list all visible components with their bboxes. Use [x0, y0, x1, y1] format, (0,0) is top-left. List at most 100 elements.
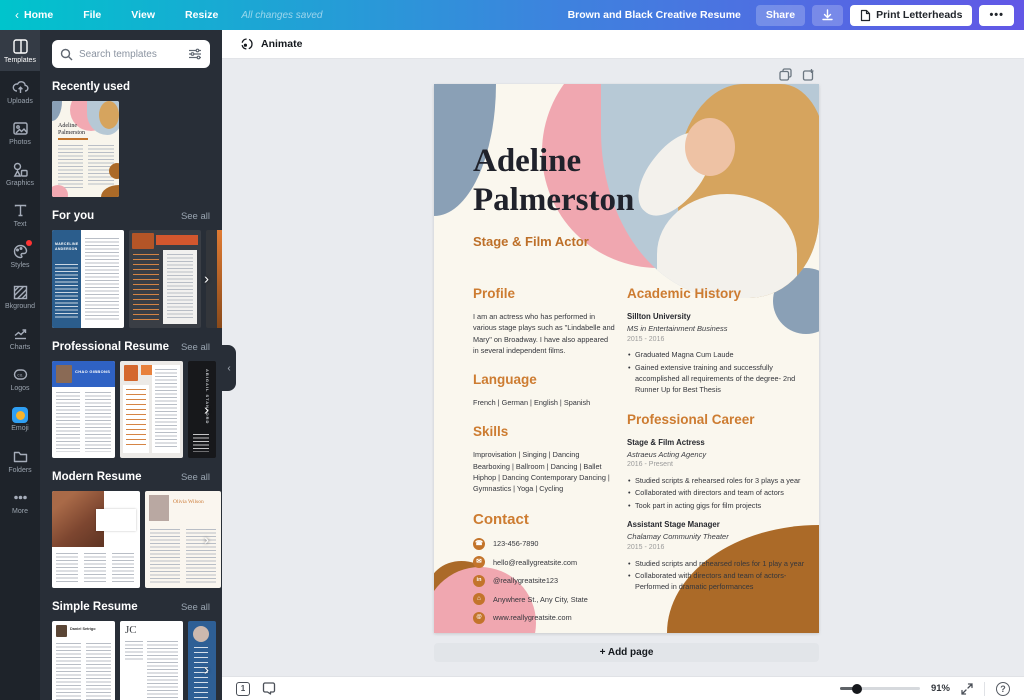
section-title: Professional Resume — [52, 341, 169, 353]
see-all-link[interactable]: See all — [181, 211, 210, 222]
rail-item-templates[interactable]: Templates — [0, 30, 40, 71]
save-status: All changes saved — [233, 10, 330, 21]
template-thumbnail-partial[interactable] — [188, 621, 216, 700]
svg-text:co.: co. — [17, 372, 23, 377]
contact-row: ✉ hello@reallygreatsite.com — [473, 556, 615, 568]
skills-body: Improvisation | Singing | Dancing Bearbo… — [473, 449, 615, 494]
rail-item-more[interactable]: More — [0, 481, 40, 522]
language-section[interactable]: Language French | German | English | Spa… — [473, 370, 615, 408]
rail-item-graphics[interactable]: Graphics — [0, 153, 40, 194]
template-thumbnail[interactable]: Olivia Wilson — [145, 491, 221, 588]
resume-name[interactable]: Adeline Palmerston — [473, 142, 683, 220]
more-options-icon: ••• — [989, 9, 1004, 21]
template-thumbnail[interactable] — [129, 230, 201, 328]
chevron-right-icon[interactable]: › — [204, 531, 209, 548]
text-icon — [12, 202, 29, 219]
contact-section[interactable]: Contact ☎ 123-456-7890 ✉ hello@reallygre… — [473, 508, 615, 623]
more-options-button[interactable]: ••• — [979, 5, 1014, 26]
rail-item-background[interactable]: Bkground — [0, 276, 40, 317]
document-title[interactable]: Brown and Black Creative Resume — [568, 9, 741, 21]
template-thumbnail[interactable]: CHAO GIBBONS — [52, 361, 115, 458]
template-thumbnail-partial[interactable]: ABIGAIL STANFORD — [188, 361, 216, 458]
contact-row: @ www.reallygreatsite.com — [473, 612, 615, 624]
zoom-slider-knob[interactable] — [852, 684, 862, 694]
resume-page[interactable]: Adeline Palmerston Stage & Film Actor Pr… — [434, 84, 819, 633]
templates-icon — [12, 38, 29, 55]
rail-item-charts[interactable]: Charts — [0, 317, 40, 358]
filter-icon[interactable] — [188, 48, 202, 60]
add-page-icon[interactable] — [802, 68, 815, 81]
photos-icon — [12, 120, 29, 137]
email-icon: ✉ — [473, 556, 485, 568]
canvas-toolbar: Animate — [222, 30, 1024, 59]
section-title: For you — [52, 210, 94, 222]
see-all-link[interactable]: See all — [181, 342, 210, 353]
home-label: Home — [24, 9, 53, 21]
section-modern-resume: Modern Resume See all Olivia Wilson › — [52, 471, 210, 588]
share-button[interactable]: Share — [756, 5, 805, 26]
see-all-link[interactable]: See all — [181, 472, 210, 483]
see-all-link[interactable]: See all — [181, 602, 210, 613]
phone-icon: ☎ — [473, 538, 485, 550]
notes-icon[interactable] — [262, 682, 276, 695]
view-menu[interactable]: View — [116, 9, 170, 21]
rail-item-folders[interactable]: Folders — [0, 440, 40, 481]
website-icon: @ — [473, 612, 485, 624]
print-label: Print Letterheads — [876, 9, 962, 21]
section-for-you: For you See all MARCELINE ANDERSON › — [52, 210, 210, 328]
notification-dot — [26, 240, 32, 246]
zoom-percent[interactable]: 91% — [931, 683, 950, 694]
folders-icon — [12, 448, 29, 465]
rail-item-emoji[interactable]: Emoji — [0, 399, 40, 440]
academic-history-section[interactable]: Academic History Sillton University MS i… — [627, 284, 813, 396]
rail-item-styles[interactable]: Styles — [0, 235, 40, 276]
resize-menu[interactable]: Resize — [170, 9, 233, 21]
rail-item-photos[interactable]: Photos — [0, 112, 40, 153]
fullscreen-icon[interactable] — [961, 683, 973, 695]
divider — [984, 682, 985, 696]
chevron-right-icon[interactable]: › — [204, 401, 209, 418]
search-box[interactable] — [52, 40, 210, 68]
rail-item-uploads[interactable]: Uploads — [0, 71, 40, 112]
download-icon — [822, 9, 833, 21]
template-thumbnail[interactable] — [52, 491, 140, 588]
help-button[interactable]: ? — [996, 682, 1010, 696]
canvas-area: Animate Adeline Palmerston Stage & Film … — [222, 30, 1024, 676]
panel-collapse-handle[interactable]: ‹ — [222, 345, 236, 391]
language-body: French | German | English | Spanish — [473, 397, 615, 408]
location-icon: ⌂ — [473, 593, 485, 605]
add-page-button[interactable]: + Add page — [434, 643, 819, 662]
professional-career-section[interactable]: Professional Career Stage & Film Actress… — [627, 410, 813, 593]
section-title: Modern Resume — [52, 471, 141, 483]
print-letterheads-button[interactable]: Print Letterheads — [850, 5, 972, 26]
animate-button[interactable]: Animate — [240, 37, 302, 51]
contact-row: in @reallygreatsite123 — [473, 575, 615, 587]
download-button[interactable] — [812, 5, 843, 26]
home-button[interactable]: ‹ Home — [0, 8, 68, 22]
zoom-slider[interactable] — [840, 687, 920, 690]
file-menu[interactable]: File — [68, 9, 116, 21]
section-professional-resume: Professional Resume See all CHAO GIBBONS… — [52, 341, 210, 458]
sidebar-rail: Templates Uploads Photos Graphics Text S… — [0, 30, 40, 700]
template-thumbnail[interactable]: Daniel Setrigo — [52, 621, 115, 700]
profile-section[interactable]: Profile I am an actress who has performe… — [473, 284, 615, 356]
linkedin-icon: in — [473, 575, 485, 587]
template-thumbnail-recent[interactable]: Adeline Palmerston — [52, 101, 119, 197]
template-thumbnail[interactable] — [120, 361, 183, 458]
chevron-right-icon[interactable]: › — [204, 271, 209, 288]
duplicate-page-icon[interactable] — [779, 68, 792, 81]
chevron-right-icon[interactable]: › — [204, 661, 209, 678]
contact-row: ⌂ Anywhere St., Any City, State — [473, 593, 615, 605]
rail-item-text[interactable]: Text — [0, 194, 40, 235]
page-list-button[interactable]: 1 — [236, 682, 250, 696]
search-icon — [60, 48, 73, 61]
rail-item-logos[interactable]: co. Logos — [0, 358, 40, 399]
background-icon — [12, 284, 29, 301]
uploads-icon — [12, 79, 29, 96]
search-input[interactable] — [79, 49, 182, 60]
resume-role[interactable]: Stage & Film Actor — [473, 234, 589, 249]
template-thumbnail[interactable]: MARCELINE ANDERSON — [52, 230, 124, 328]
templates-panel: Recently used Adeline Palmerston For you… — [40, 30, 222, 700]
skills-section[interactable]: Skills Improvisation | Singing | Dancing… — [473, 422, 615, 494]
template-thumbnail[interactable]: JC — [120, 621, 183, 700]
